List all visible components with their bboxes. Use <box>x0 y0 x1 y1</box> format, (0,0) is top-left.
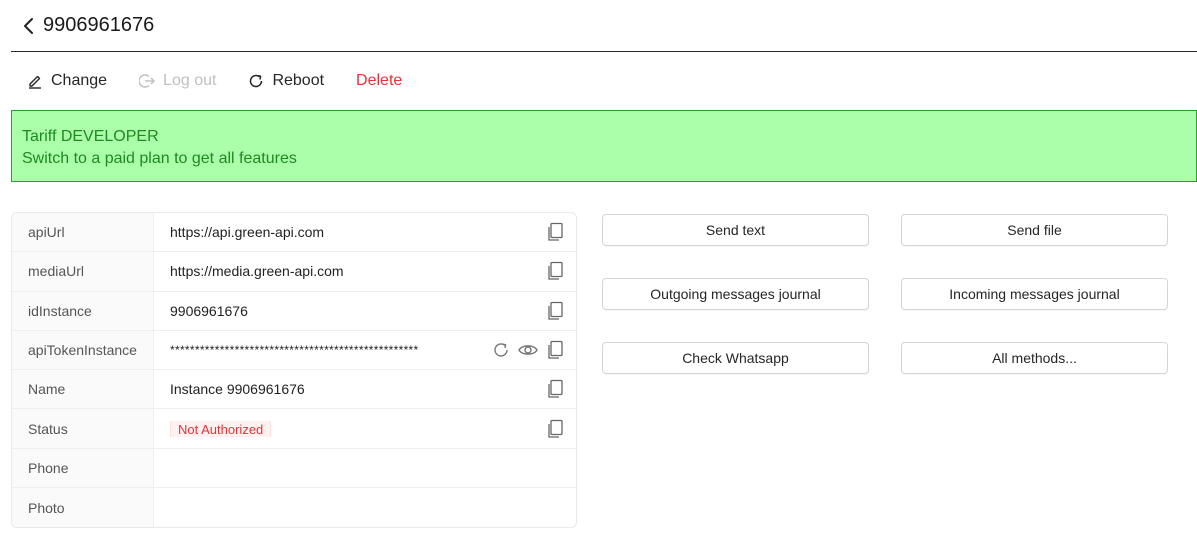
row-label: Name <box>12 370 154 409</box>
table-row: Photo <box>12 488 576 528</box>
copy-icon[interactable] <box>546 301 564 321</box>
table-row: apiUrl https://api.green-api.com <box>12 213 576 253</box>
logout-label: Log out <box>163 72 217 89</box>
check-whatsapp-button[interactable]: Check Whatsapp <box>602 342 869 374</box>
edit-icon <box>29 75 41 89</box>
change-button[interactable]: Change <box>11 62 123 100</box>
row-value: https://api.green-api.com <box>170 224 325 241</box>
table-row: mediaUrl https://media.green-api.com <box>12 252 576 292</box>
tariff-title: Tariff DEVELOPER <box>22 128 159 145</box>
copy-icon[interactable] <box>546 222 564 242</box>
row-value: https://media.green-api.com <box>170 263 344 280</box>
logout-button[interactable]: Log out <box>123 62 232 100</box>
row-value: 9906961676 <box>170 302 248 319</box>
row-label: idInstance <box>12 291 154 330</box>
outgoing-journal-button[interactable]: Outgoing messages journal <box>602 278 869 310</box>
incoming-journal-button[interactable]: Incoming messages journal <box>901 278 1168 310</box>
copy-icon[interactable] <box>546 419 564 439</box>
action-buttons: Send text Send file Outgoing messages jo… <box>602 214 1168 374</box>
regenerate-icon[interactable] <box>492 341 510 359</box>
tariff-banner: Tariff DEVELOPER Switch to a paid plan t… <box>11 110 1197 182</box>
table-row: apiTokenInstance ***********************… <box>12 330 576 371</box>
copy-icon[interactable] <box>546 261 564 281</box>
tariff-subtitle: Switch to a paid plan to get all feature… <box>22 150 297 167</box>
row-label: apiTokenInstance <box>12 330 154 370</box>
delete-button[interactable]: Delete <box>340 62 418 100</box>
toolbar: Change Log out Reboot Delete <box>11 62 418 100</box>
row-label: mediaUrl <box>12 252 154 291</box>
change-label: Change <box>51 72 108 89</box>
row-value: Instance 9906961676 <box>170 381 305 398</box>
reload-icon <box>250 74 263 88</box>
page-title: 9906961676 <box>43 14 155 36</box>
copy-icon[interactable] <box>546 379 564 399</box>
row-label: Phone <box>12 448 154 488</box>
page-header: 9906961676 <box>11 0 1197 52</box>
send-file-button[interactable]: Send file <box>901 214 1168 246</box>
api-token-value: ****************************************… <box>170 343 419 358</box>
table-row: Name Instance 9906961676 <box>12 370 576 410</box>
all-methods-button[interactable]: All methods... <box>901 342 1168 374</box>
reboot-button[interactable]: Reboot <box>232 62 340 100</box>
instance-details-table: apiUrl https://api.green-api.com mediaUr… <box>11 212 577 529</box>
row-label: Photo <box>12 488 154 528</box>
reboot-label: Reboot <box>272 72 325 89</box>
eye-icon[interactable] <box>518 341 538 359</box>
delete-label: Delete <box>356 72 403 89</box>
send-text-button[interactable]: Send text <box>602 214 869 246</box>
table-row: Status Not Authorized <box>12 409 576 449</box>
logout-icon <box>139 74 156 88</box>
row-label: apiUrl <box>12 213 154 252</box>
copy-icon[interactable] <box>546 340 564 360</box>
back-arrow-icon[interactable] <box>17 15 39 37</box>
status-badge: Not Authorized <box>170 420 272 437</box>
table-row: Phone <box>12 448 576 489</box>
table-row: idInstance 9906961676 <box>12 291 576 331</box>
row-label: Status <box>12 409 154 448</box>
